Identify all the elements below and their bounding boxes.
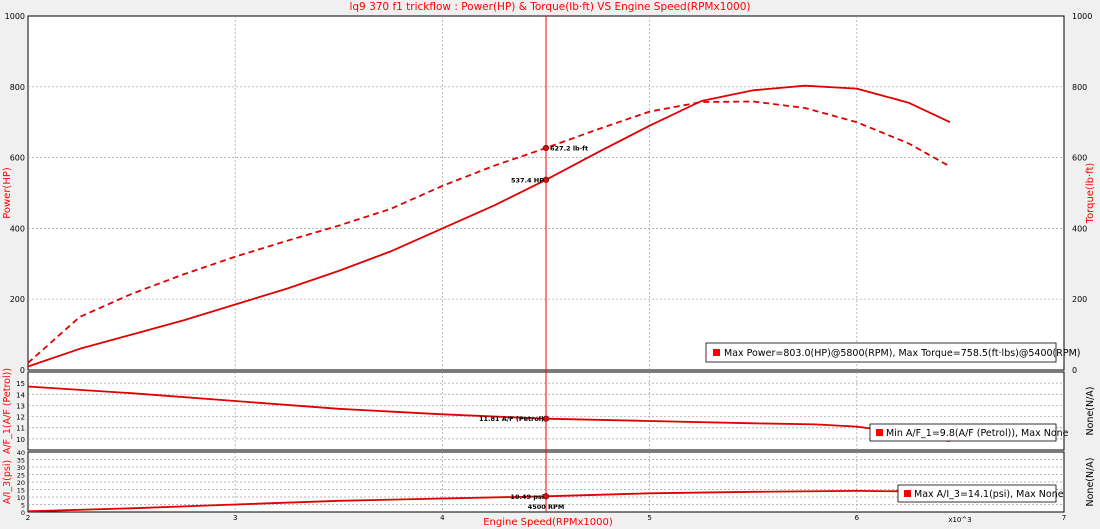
cursor-marker — [542, 144, 550, 152]
afr-legend-swatch — [876, 429, 883, 436]
y-right-tick-label: 800 — [1072, 83, 1087, 92]
y-tick-label: 15 — [17, 487, 25, 495]
x-tick-label: 2 — [26, 514, 30, 522]
boost-right-axis-label: None(N/A) — [1085, 457, 1096, 506]
x-tick-label: 6 — [855, 514, 860, 522]
cursor-marker — [542, 176, 550, 183]
y-tick-label: 200 — [10, 295, 25, 304]
y-right-tick-label: 200 — [1072, 295, 1087, 304]
power-axis-label: Power(HP) — [2, 167, 13, 219]
y-tick-label: 25 — [17, 472, 25, 480]
y-tick-label: 20 — [17, 479, 25, 487]
dyno-chart: lq9 370 f1 trickflow : Power(HP) & Torqu… — [2, 1, 1096, 528]
y-tick-label: 600 — [10, 154, 25, 163]
afr-right-axis-label: None(N/A) — [1085, 386, 1096, 435]
y-tick-label: 10 — [17, 494, 25, 502]
y-tick-label: 400 — [10, 224, 25, 233]
cursor-value-label: 10.49 psi — [510, 493, 544, 501]
chart-title: lq9 370 f1 trickflow : Power(HP) & Torqu… — [349, 1, 750, 13]
cursor-value-label: 11.81 A/F (Petrol) — [479, 415, 544, 423]
x-exponent-label: x10^3 — [948, 516, 971, 524]
torque-axis-label: Torque(lb·ft) — [1085, 163, 1096, 225]
x-tick-label: 7 — [1062, 514, 1066, 522]
y-tick-label: 40 — [17, 449, 25, 457]
y-tick-label: 0 — [20, 366, 25, 375]
x-tick-label: 3 — [233, 514, 237, 522]
afr-legend-text: Min A/F_1=9.8(A/F (Petrol)), Max None — [886, 428, 1069, 439]
y-tick-label: 12 — [16, 414, 25, 422]
boost-tick-labels: 0510152025303540 — [17, 449, 25, 517]
y-right-tick-label: 1000 — [1072, 12, 1092, 21]
afr-tick-labels: 10 11 12 13 14 15 — [16, 380, 25, 444]
x-tick-label: 4 — [440, 514, 445, 522]
cursor-marker — [542, 415, 550, 422]
cursor-rpm-label: 4500 RPM — [528, 503, 565, 511]
y-tick-label: 0 — [21, 509, 25, 517]
boost-legend-swatch — [904, 490, 911, 497]
y-right-tick-label: 600 — [1072, 154, 1087, 163]
y-tick-label: 10 — [16, 436, 25, 444]
y-tick-label: 1000 — [5, 12, 25, 21]
cursor-marker — [542, 493, 550, 500]
y-tick-label: 35 — [17, 457, 25, 465]
y-tick-label: 11 — [16, 425, 25, 433]
x-axis-label: Engine Speed(RPMx1000) — [483, 517, 613, 528]
y-right-tick-label: 0 — [1072, 366, 1077, 375]
y-tick-label: 15 — [16, 380, 25, 388]
afr-axis-label: A/F_1(A/F (Petrol)) — [2, 368, 13, 454]
y-right-tick-label: 400 — [1072, 224, 1087, 233]
boost-legend-text: Max A/I_3=14.1(psi), Max None — [914, 489, 1064, 500]
x-tick-label: 5 — [647, 514, 651, 522]
cursor-value-label: 627.2 lb·ft — [550, 144, 588, 152]
y-tick-label: 13 — [16, 402, 25, 410]
power-torque-legend-text: Max Power=803.0(HP)@5800(RPM), Max Torqu… — [724, 348, 1081, 359]
y-tick-label: 14 — [16, 391, 25, 399]
y-tick-label: 5 — [21, 502, 25, 510]
y-tick-label: 800 — [10, 83, 25, 92]
y-tick-label: 30 — [17, 464, 25, 472]
boost-axis-label: A/I_3(psi) — [2, 460, 13, 504]
cursor-value-label: 537.4 HP — [511, 176, 544, 184]
power-torque-legend-swatch — [713, 349, 720, 356]
